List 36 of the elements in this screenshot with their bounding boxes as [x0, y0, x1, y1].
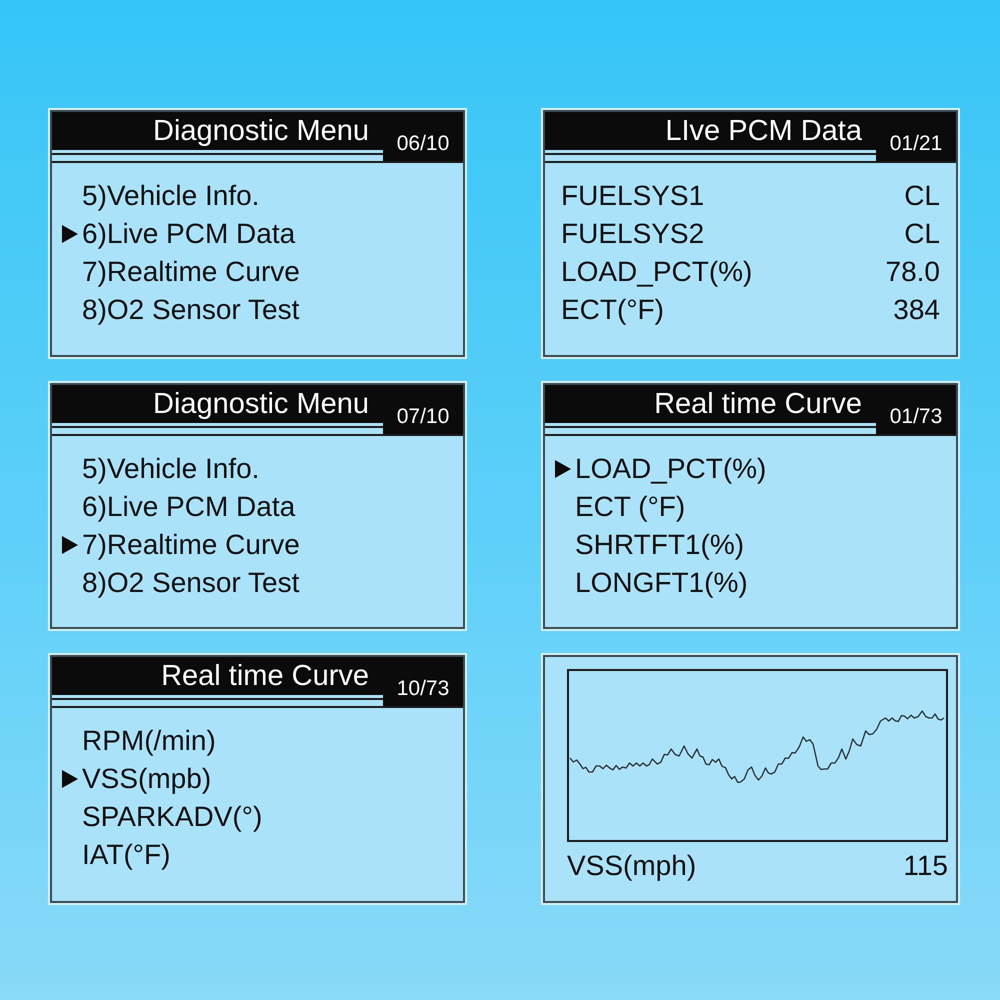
page-counter: 06/10 [383, 112, 463, 161]
menu-item[interactable]: 7)Realtime Curve [82, 255, 300, 289]
menu-item[interactable]: 8)O2 Sensor Test [82, 293, 300, 327]
menu-item[interactable]: 6)Live PCM Data [82, 217, 296, 251]
menu-item[interactable]: LONGFT1(%) [575, 566, 748, 600]
menu-item[interactable]: RPM(/min) [82, 724, 216, 758]
screen-title: Real time Curve [161, 659, 369, 693]
menu-item[interactable]: 5)Vehicle Info. [82, 452, 260, 486]
parameter-name: FUELSYS1 [561, 179, 704, 213]
page-counter: 10/73 [383, 657, 463, 706]
parameter-value: 384 [893, 293, 940, 327]
menu-item[interactable]: ECT (°F) [575, 490, 686, 524]
screen-title: Diagnostic Menu [153, 114, 369, 148]
parameter-name: ECT(°F) [561, 293, 664, 327]
screen-title: Diagnostic Menu [153, 387, 369, 421]
menu-item[interactable]: IAT(°F) [82, 838, 170, 872]
menu-item[interactable]: 8)O2 Sensor Test [82, 566, 300, 600]
menu-item[interactable]: 5)Vehicle Info. [82, 179, 260, 213]
menu-item[interactable]: SHRTFT1(%) [575, 528, 744, 562]
reading-value: 115 [903, 849, 948, 883]
parameter-value: CL [904, 217, 940, 251]
parameter-value: CL [904, 179, 940, 213]
page-counter: 01/73 [876, 385, 956, 434]
parameter-name: LOAD_PCT(%) [561, 255, 752, 289]
parameter-value: 78.0 [886, 255, 940, 289]
menu-item[interactable]: 7)Realtime Curve [82, 528, 300, 562]
screen-title: Real time Curve [654, 387, 862, 421]
reading-label: VSS(mph) [567, 849, 696, 883]
page-counter: 01/21 [876, 112, 956, 161]
menu-item[interactable]: SPARKADV(°) [82, 800, 262, 834]
menu-item[interactable]: LOAD_PCT(%) [575, 452, 766, 486]
parameter-name: FUELSYS2 [561, 217, 704, 251]
menu-item[interactable]: 6)Live PCM Data [82, 490, 296, 524]
screen-title: LIve PCM Data [665, 114, 862, 148]
menu-item[interactable]: VSS(mpb) [82, 762, 212, 796]
page-counter: 07/10 [383, 385, 463, 434]
